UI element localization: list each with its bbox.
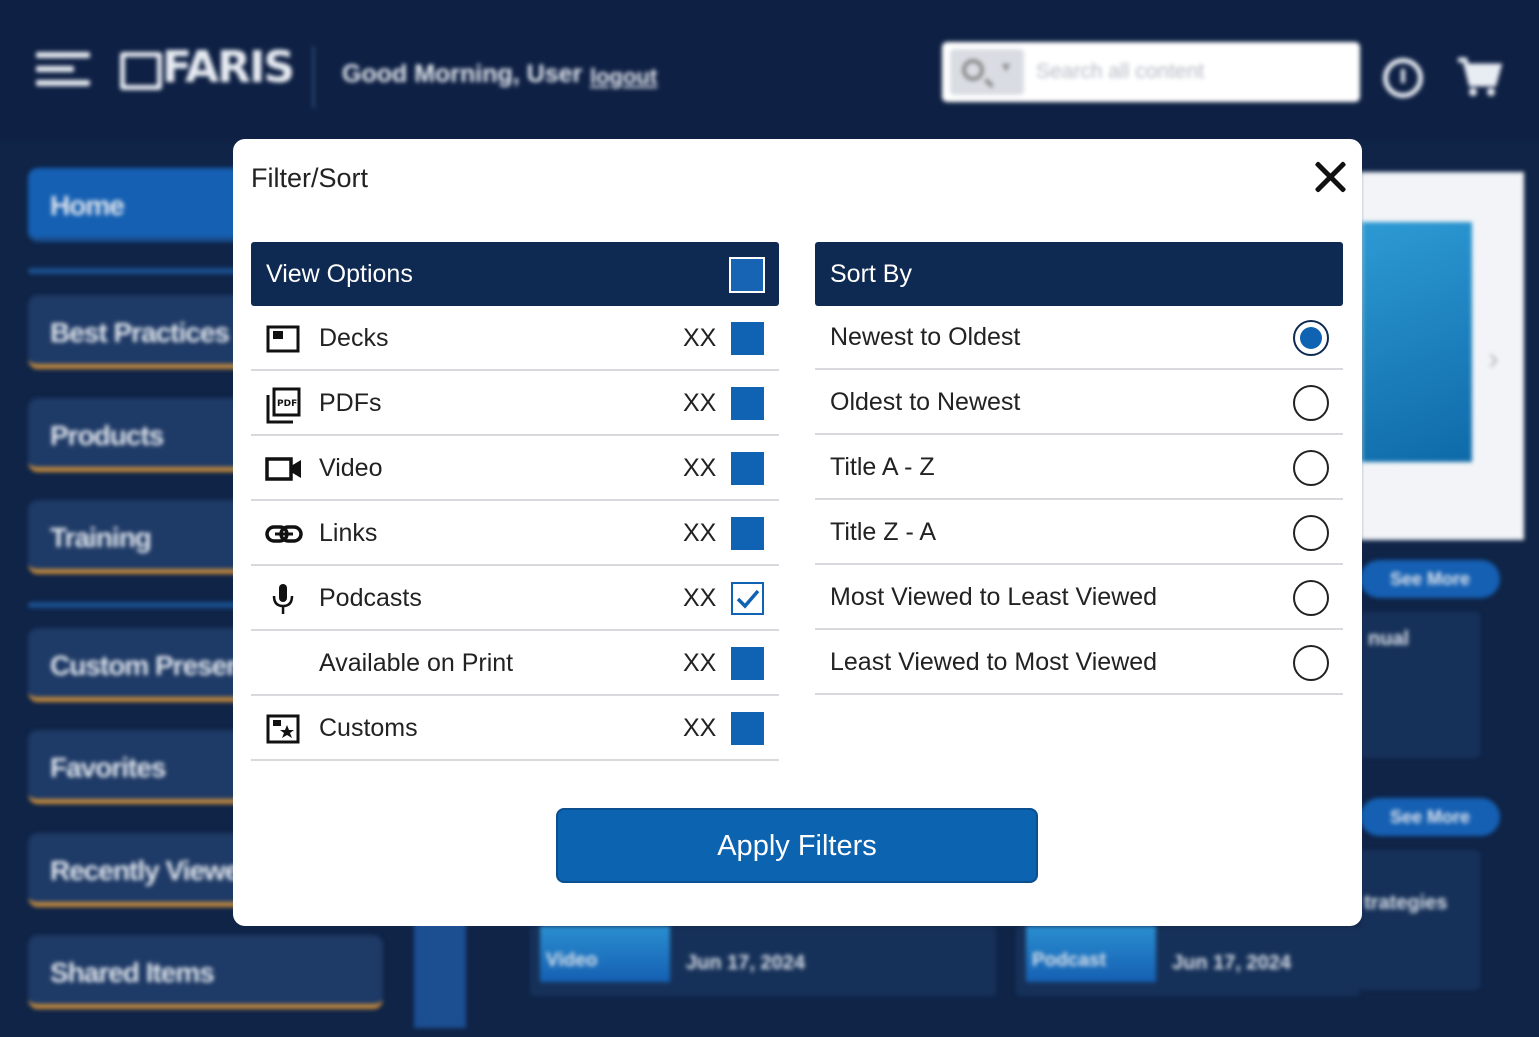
modal-title: Filter/Sort <box>251 163 369 193</box>
filter-option-podcasts[interactable]: Podcasts XX <box>251 566 779 631</box>
link-icon <box>265 517 303 551</box>
filter-option-label: Video <box>319 454 383 482</box>
view-options-header: View Options <box>251 242 779 306</box>
filter-sort-modal: Filter/Sort View Options Decks XX PDF PD… <box>233 139 1362 926</box>
sort-option-label: Least Viewed to Most Viewed <box>830 648 1158 676</box>
available-on-print-checkbox[interactable] <box>731 647 764 680</box>
filter-option-label: Decks <box>319 324 389 352</box>
filter-option-label: Available on Print <box>319 649 514 677</box>
sort-option-label: Most Viewed to Least Viewed <box>830 583 1158 611</box>
svg-text:PDF: PDF <box>277 399 297 409</box>
sort-option-label: Oldest to Newest <box>830 388 1021 416</box>
newest-to-oldest-radio[interactable] <box>1293 320 1329 356</box>
filter-option-count: XX <box>683 584 717 612</box>
select-all-checkbox[interactable] <box>729 257 765 293</box>
filter-option-count: XX <box>683 454 717 482</box>
filter-option-label: Links <box>319 519 378 547</box>
video-checkbox[interactable] <box>731 452 764 485</box>
title-a-z-radio[interactable] <box>1293 450 1329 486</box>
filter-option-label: Podcasts <box>319 584 422 612</box>
custom-star-icon <box>265 712 301 746</box>
sort-option-title-z-a[interactable]: Title Z - A <box>815 500 1343 565</box>
sort-option-most-viewed[interactable]: Most Viewed to Least Viewed <box>815 565 1343 630</box>
deck-icon <box>265 322 301 356</box>
most-viewed-radio[interactable] <box>1293 580 1329 616</box>
sort-by-title: Sort By <box>830 260 912 288</box>
links-checkbox[interactable] <box>731 517 764 550</box>
filter-option-links[interactable]: Links XX <box>251 501 779 566</box>
sort-option-label: Title A - Z <box>830 453 935 481</box>
sort-option-label: Title Z - A <box>830 518 937 546</box>
pdf-icon: PDF <box>265 387 301 424</box>
filter-option-video[interactable]: Video XX <box>251 436 779 501</box>
microphone-icon <box>265 582 301 616</box>
filter-option-available-on-print[interactable]: Available on Print XX <box>251 631 779 696</box>
filter-option-count: XX <box>683 324 717 352</box>
title-z-a-radio[interactable] <box>1293 515 1329 551</box>
view-options-title: View Options <box>266 260 413 288</box>
sort-by-header: Sort By <box>815 242 1343 306</box>
filter-option-label: PDFs <box>319 389 382 417</box>
video-icon <box>265 452 301 486</box>
oldest-to-newest-radio[interactable] <box>1293 385 1329 421</box>
filter-option-decks[interactable]: Decks XX <box>251 306 779 371</box>
filter-option-count: XX <box>683 649 717 677</box>
filter-option-pdfs[interactable]: PDF PDFs XX <box>251 371 779 436</box>
sort-option-title-a-z[interactable]: Title A - Z <box>815 435 1343 500</box>
filter-option-count: XX <box>683 714 717 742</box>
apply-filters-button[interactable]: Apply Filters <box>556 808 1038 883</box>
sort-option-least-viewed[interactable]: Least Viewed to Most Viewed <box>815 630 1343 695</box>
filter-option-count: XX <box>683 519 717 547</box>
filter-option-count: XX <box>683 389 717 417</box>
pdfs-checkbox[interactable] <box>731 387 764 420</box>
filter-option-label: Customs <box>319 714 418 742</box>
customs-checkbox[interactable] <box>731 712 764 745</box>
decks-checkbox[interactable] <box>731 322 764 355</box>
filter-option-customs[interactable]: Customs XX <box>251 696 779 761</box>
sort-option-label: Newest to Oldest <box>830 323 1021 351</box>
sort-option-newest-to-oldest[interactable]: Newest to Oldest <box>815 305 1343 370</box>
close-icon[interactable] <box>1313 159 1349 195</box>
podcasts-checkbox[interactable] <box>731 582 764 615</box>
sort-option-oldest-to-newest[interactable]: Oldest to Newest <box>815 370 1343 435</box>
least-viewed-radio[interactable] <box>1293 645 1329 681</box>
